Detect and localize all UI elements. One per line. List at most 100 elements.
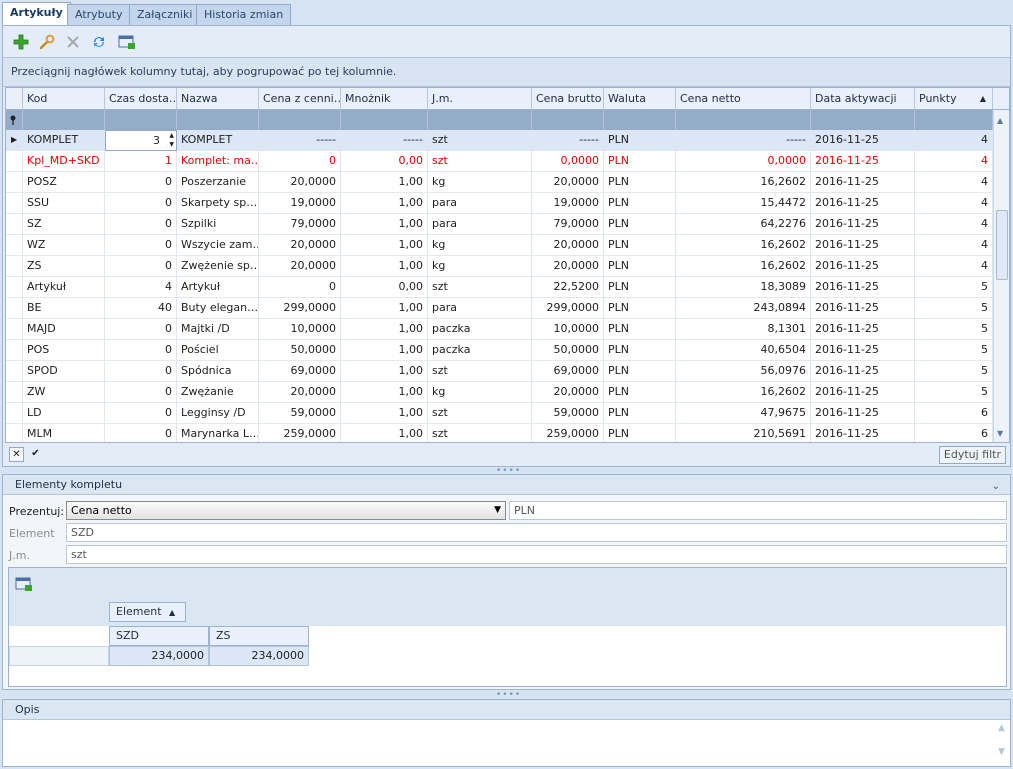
cell-punkty[interactable]: 4	[915, 172, 993, 193]
cell-netto[interactable]: 64,2276	[676, 214, 811, 235]
cell-mnoznik[interactable]: 1,00	[341, 340, 428, 361]
cell-nazwa[interactable]: Majtki /D	[177, 319, 259, 340]
cell-netto[interactable]: 0,0000	[676, 151, 811, 172]
cell-data[interactable]: 2016-11-25	[811, 340, 915, 361]
cell-brutto[interactable]: 50,0000	[532, 340, 604, 361]
cell-czas[interactable]: 0	[105, 214, 177, 235]
group-by-panel[interactable]: Przeciągnij nagłówek kolumny tutaj, aby …	[3, 57, 1010, 87]
cell-czas[interactable]: 0	[105, 193, 177, 214]
cell-nazwa[interactable]: Buty elegan…	[177, 298, 259, 319]
cell-punkty[interactable]: 4	[915, 214, 993, 235]
table-row[interactable]: POSZ 0 Poszerzanie 20,0000 1,00 kg 20,0000 PLN 1…	[6, 172, 993, 193]
cell-netto[interactable]: 8,1301	[676, 319, 811, 340]
cell-brutto[interactable]: 20,0000	[532, 172, 604, 193]
cell-kod[interactable]: BE	[23, 298, 105, 319]
cell-cena_cennik[interactable]: 0	[259, 151, 341, 172]
cell-data[interactable]: 2016-11-25	[811, 277, 915, 298]
cell-nazwa[interactable]: KOMPLET	[177, 130, 259, 151]
cell-punkty[interactable]: 5	[915, 319, 993, 340]
cell-data[interactable]: 2016-11-25	[811, 193, 915, 214]
cell-cena_cennik[interactable]: 20,0000	[259, 235, 341, 256]
cell-jm[interactable]: szt	[428, 361, 532, 382]
tab-zalaczniki[interactable]: Załączniki	[129, 4, 201, 25]
cell-brutto[interactable]: 299,0000	[532, 298, 604, 319]
cell-czas[interactable]: 0	[105, 172, 177, 193]
cell-kod[interactable]: Kpl_MD+SKD	[23, 151, 105, 172]
cell-czas[interactable]: 0	[105, 382, 177, 403]
cell-cena_cennik[interactable]: 59,0000	[259, 403, 341, 424]
column-header-czas-dostawy[interactable]: Czas dosta…	[105, 88, 177, 110]
cell-waluta[interactable]: PLN	[604, 319, 676, 340]
cell-waluta[interactable]: PLN	[604, 277, 676, 298]
cell-nazwa[interactable]: Wszycie zam…	[177, 235, 259, 256]
cell-kod[interactable]: SPOD	[23, 361, 105, 382]
column-header-kod[interactable]: Kod	[23, 88, 105, 110]
cell-cena_cennik[interactable]: -----	[259, 130, 341, 151]
column-header-cena-z-cennika[interactable]: Cena z cenni…	[259, 88, 341, 110]
cell-cena_cennik[interactable]: 10,0000	[259, 319, 341, 340]
cell-mnoznik[interactable]: 0,00	[341, 151, 428, 172]
cell-kod[interactable]: WZ	[23, 235, 105, 256]
cell-waluta[interactable]: PLN	[604, 298, 676, 319]
cell-mnoznik[interactable]: 1,00	[341, 235, 428, 256]
cell-kod[interactable]: POSZ	[23, 172, 105, 193]
cell-nazwa[interactable]: Spódnica	[177, 361, 259, 382]
cell-kod[interactable]: POS	[23, 340, 105, 361]
column-header-mnoznik[interactable]: Mnożnik	[341, 88, 428, 110]
grid-vertical-scrollbar[interactable]: ▲ ▼	[993, 110, 1009, 442]
cell-waluta[interactable]: PLN	[604, 235, 676, 256]
pivot-column-szd[interactable]: SZD	[109, 626, 209, 646]
cell-jm[interactable]: para	[428, 298, 532, 319]
cell-waluta[interactable]: PLN	[604, 172, 676, 193]
cell-waluta[interactable]: PLN	[604, 193, 676, 214]
cell-cena_cennik[interactable]: 69,0000	[259, 361, 341, 382]
table-row[interactable]: MAJD 0 Majtki /D 10,0000 1,00 paczka 10,0000 PL…	[6, 319, 993, 340]
cell-punkty[interactable]: 4	[915, 151, 993, 172]
cell-jm[interactable]: szt	[428, 151, 532, 172]
cell-czas[interactable]: 1	[105, 151, 177, 172]
cell-punkty[interactable]: 6	[915, 403, 993, 424]
table-row[interactable]: SZ 0 Szpilki 79,0000 1,00 para 79,0000 PLN 64,22…	[6, 214, 993, 235]
cell-netto[interactable]: 16,2602	[676, 382, 811, 403]
cell-kod[interactable]: MAJD	[23, 319, 105, 340]
table-row[interactable]: SSU 0 Skarpety sp… 19,0000 1,00 para 19,0000 PL…	[6, 193, 993, 214]
column-header-nazwa[interactable]: Nazwa	[177, 88, 259, 110]
cell-mnoznik[interactable]: 1,00	[341, 382, 428, 403]
cell-brutto[interactable]: 20,0000	[532, 235, 604, 256]
table-row[interactable]: BE 40 Buty elegan… 299,0000 1,00 para 299,0000…	[6, 298, 993, 319]
cell-mnoznik[interactable]: -----	[341, 130, 428, 151]
cell-brutto[interactable]: 79,0000	[532, 214, 604, 235]
cell-brutto[interactable]: 0,0000	[532, 151, 604, 172]
element-field[interactable]: SZD	[66, 523, 1007, 542]
table-row[interactable]: ▶ KOMPLET 3 ▲ ▼ KOMPLET ----- ----- szt ----- PLN -…	[6, 130, 993, 151]
cell-cena_cennik[interactable]: 50,0000	[259, 340, 341, 361]
filter-row[interactable]	[6, 110, 993, 130]
cell-punkty[interactable]: 4	[915, 193, 993, 214]
cell-cena_cennik[interactable]: 0	[259, 277, 341, 298]
cell-cena_cennik[interactable]: 299,0000	[259, 298, 341, 319]
refresh-icon[interactable]	[89, 32, 109, 52]
column-header-jm[interactable]: J.m.	[428, 88, 532, 110]
cell-czas[interactable]: 0	[105, 424, 177, 442]
cell-data[interactable]: 2016-11-25	[811, 214, 915, 235]
cell-data[interactable]: 2016-11-25	[811, 256, 915, 277]
table-row[interactable]: SPOD 0 Spódnica 69,0000 1,00 szt 69,0000 PLN 56,…	[6, 361, 993, 382]
cell-nazwa[interactable]: Skarpety sp…	[177, 193, 259, 214]
spin-buttons-icon[interactable]: ▲ ▼	[169, 131, 174, 149]
cell-kod[interactable]: KOMPLET	[23, 130, 105, 151]
cell-mnoznik[interactable]: 1,00	[341, 214, 428, 235]
column-header-punkty[interactable]: Punkty ▲	[915, 88, 993, 110]
cell-nazwa[interactable]: Pościel	[177, 340, 259, 361]
cell-jm[interactable]: szt	[428, 277, 532, 298]
cell-jm[interactable]: szt	[428, 403, 532, 424]
cell-data[interactable]: 2016-11-25	[811, 424, 915, 442]
cell-jm[interactable]: kg	[428, 256, 532, 277]
filter-pin-icon[interactable]	[6, 110, 23, 130]
cell-data[interactable]: 2016-11-25	[811, 319, 915, 340]
tab-historia-zmian[interactable]: Historia zmian	[196, 4, 292, 25]
cell-cena_cennik[interactable]: 79,0000	[259, 214, 341, 235]
cell-czas[interactable]: 0	[105, 361, 177, 382]
cell-nazwa[interactable]: Artykuł	[177, 277, 259, 298]
cell-waluta[interactable]: PLN	[604, 214, 676, 235]
cell-mnoznik[interactable]: 1,00	[341, 256, 428, 277]
